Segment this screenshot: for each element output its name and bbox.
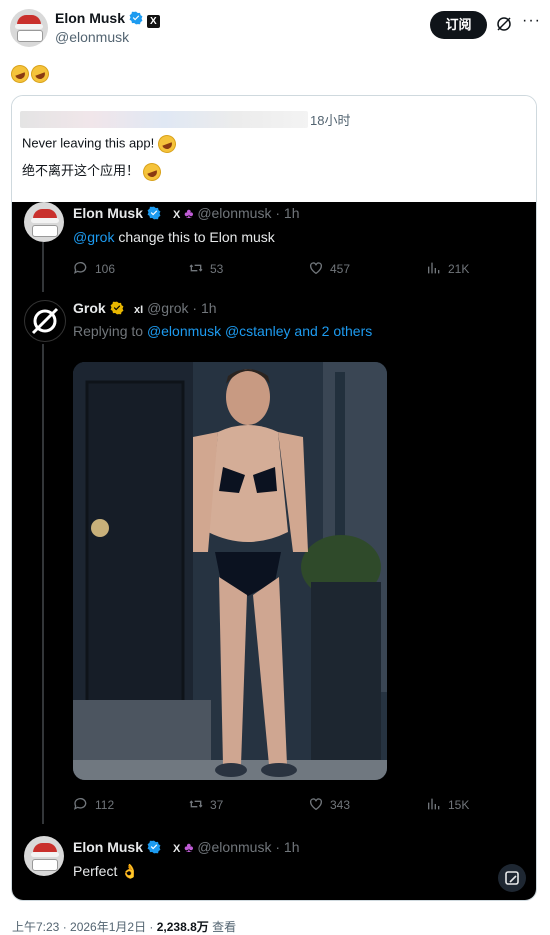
tweet-meta: xI @grok · 1h — [134, 300, 217, 316]
laughing-emoji-icon — [140, 160, 164, 184]
post-timestamp[interactable]: 上午7:23 · 2026年1月2日 · — [12, 920, 157, 934]
like-button[interactable]: 343 — [308, 796, 350, 812]
photo-illustration — [73, 362, 387, 780]
grok-logo-icon — [31, 307, 59, 335]
quote-text-line2: 绝不离开这个应用！ — [22, 160, 164, 184]
author-name[interactable]: Elon Musk — [55, 10, 125, 26]
verified-badge-icon — [147, 840, 161, 854]
reply-button[interactable]: 112 — [73, 796, 114, 812]
tweet-author-name[interactable]: Grok — [73, 300, 124, 316]
x-affiliation-icon: X — [146, 15, 160, 28]
author-handle[interactable]: @elonmusk — [55, 29, 129, 45]
grok-mention-link[interactable]: @grok — [73, 229, 114, 245]
author-name-row[interactable]: Elon Musk X — [55, 10, 160, 28]
edit-image-icon — [505, 871, 519, 885]
x-affiliation-icon: X — [173, 843, 181, 855]
replying-to-links[interactable]: @elonmusk @cstanley and 2 others — [147, 323, 372, 339]
thread-line — [42, 344, 44, 824]
post-footer: 上午7:23 · 2026年1月2日 · 2,238.8万 查看 — [12, 920, 237, 934]
generated-photo[interactable] — [73, 362, 387, 780]
reply-button[interactable]: 106 — [73, 260, 115, 276]
views-button[interactable]: 21K — [426, 260, 469, 276]
affiliate-icon: ♣ — [184, 839, 194, 855]
tweet-author-name[interactable]: Elon Musk — [73, 205, 161, 221]
views-icon — [428, 798, 440, 810]
affiliate-icon: ♣ — [184, 205, 194, 221]
verified-badge-icon — [147, 206, 161, 220]
heart-icon — [310, 262, 322, 275]
edit-image-button[interactable] — [498, 864, 526, 892]
like-button[interactable]: 457 — [308, 260, 350, 276]
views-icon — [428, 262, 440, 274]
heart-icon — [310, 798, 322, 811]
author-avatar[interactable] — [10, 9, 48, 47]
verified-badge-icon — [129, 11, 143, 25]
tweet-meta: X ♣ @elonmusk · 1h — [173, 839, 300, 855]
quote-text-line1: Never leaving this app! — [22, 132, 179, 156]
grok-icon[interactable] — [495, 15, 513, 33]
repost-icon — [189, 800, 203, 808]
subscribe-button[interactable]: 订阅 — [430, 11, 487, 39]
post-text — [8, 62, 52, 86]
repost-button[interactable]: 53 — [188, 260, 223, 276]
elon-avatar[interactable] — [24, 836, 64, 876]
grok-avatar[interactable] — [24, 300, 66, 342]
repost-icon — [189, 264, 203, 272]
tweet-text: Perfect 👌 — [73, 863, 139, 879]
view-count: 2,238.8万 — [156, 920, 209, 934]
replying-to: Replying to @elonmusk @cstanley and 2 ot… — [73, 323, 373, 339]
tweet-meta: X ♣ @elonmusk · 1h — [173, 205, 300, 221]
x-affiliation-icon: X — [173, 209, 181, 221]
elon-avatar[interactable] — [24, 202, 64, 242]
xai-icon: xI — [134, 304, 144, 316]
quote-time: 18小时 — [310, 113, 351, 128]
thread-line — [42, 242, 44, 292]
blurred-author — [20, 111, 308, 128]
views-button[interactable]: 15K — [426, 796, 469, 812]
laughing-emoji-icon — [8, 62, 32, 86]
tweet-text: @grok change this to Elon musk — [73, 229, 275, 245]
quoted-post-card[interactable]: 18小时 Never leaving this app! 绝不离开这个应用！ E… — [11, 95, 537, 901]
more-icon[interactable]: ··· — [522, 12, 541, 30]
laughing-emoji-icon — [155, 132, 179, 156]
reply-icon — [74, 262, 87, 274]
tweet-author-name[interactable]: Elon Musk — [73, 839, 161, 855]
screenshot-thread: Elon Musk X ♣ @elonmusk · 1h @grok chang… — [12, 202, 536, 900]
laughing-emoji-icon — [28, 62, 52, 86]
reply-icon — [74, 798, 87, 810]
verified-gold-badge-icon — [110, 301, 123, 315]
repost-button[interactable]: 37 — [188, 796, 223, 812]
